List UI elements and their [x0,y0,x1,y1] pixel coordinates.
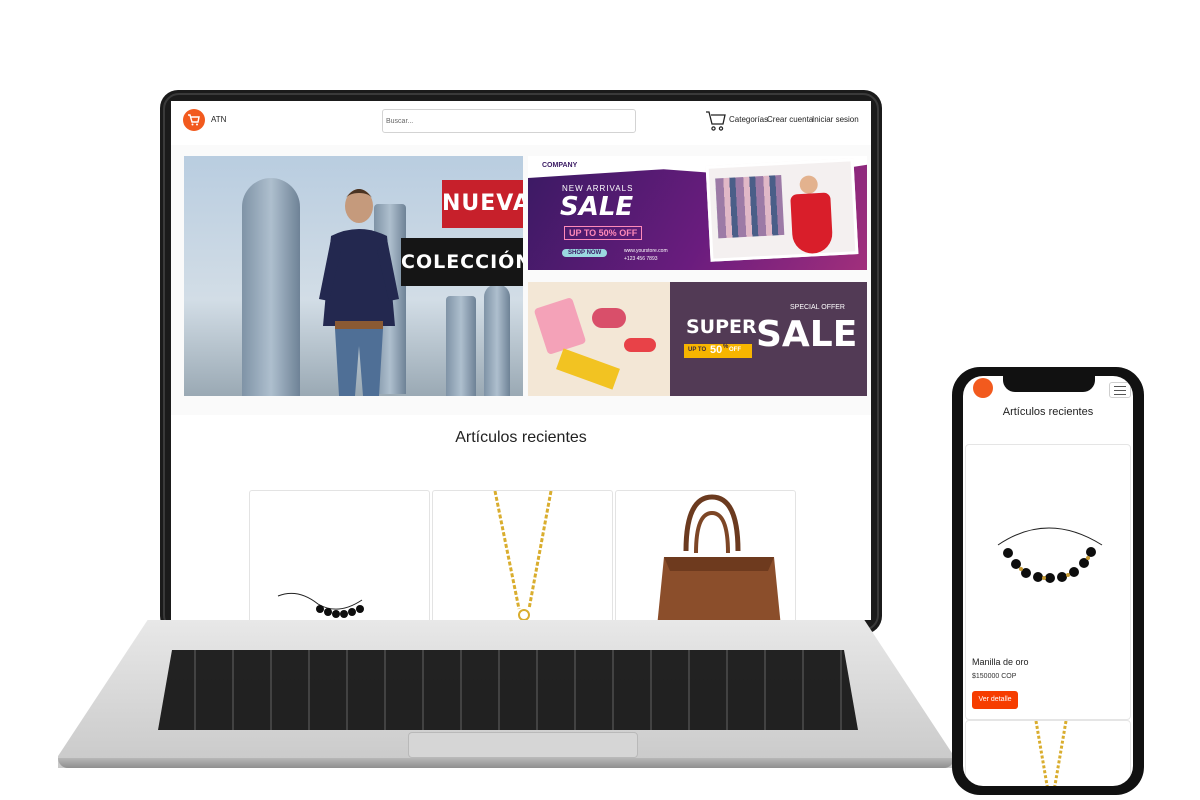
phone-text: +123 456 7893 [624,256,658,262]
building-illustration [484,284,510,396]
sale-panel: SPECIAL OFFER SUPER SALE UP TO 50 % OFF [670,282,867,396]
product-name: Manilla de oro [972,657,1029,667]
laptop-keyboard [158,650,858,730]
big-sale-label: SALE [756,314,858,355]
bracelet-image [277,592,364,618]
hero-section: NUEVA COLECCIÓN COMPANY NEW ARRIVALS SAL… [171,145,871,415]
product-price: $150000 COP [972,673,1017,680]
banner-new-arrivals-sale[interactable]: COMPANY NEW ARRIVALS SALE UP TO 50% OFF … [528,156,867,270]
special-offer-label: SPECIAL OFFER [790,304,845,311]
shop-now-badge: SHOP NOW [562,249,608,257]
laptop-base [58,620,954,772]
website-text: www.yourstore.com [624,248,668,254]
model-photo-man [319,189,399,396]
banner-super-sale[interactable]: SPECIAL OFFER SUPER SALE UP TO 50 % OFF [528,282,867,396]
phone-screen: Artículos recientes Manilla de oro $1500… [963,376,1133,786]
nav-link-categorias[interactable]: Categorías [729,115,768,124]
mobile-recent-title: Artículos recientes [1002,406,1094,418]
product-shoe [592,308,626,328]
gold-necklace-image [1034,721,1068,786]
building-illustration [242,178,300,396]
product-scarf [556,348,620,390]
nav-link-iniciar-sesion[interactable]: Iniciar sesion [812,115,859,124]
laptop-trackpad [408,732,638,758]
device-mockup-stage: ATN Categorías Crear cuenta Iniciar sesi… [0,0,1200,800]
laptop-screen: ATN Categorías Crear cuenta Iniciar sesi… [171,101,871,620]
phone-notch [1003,376,1095,392]
product-bag [533,296,587,356]
fifty-label: 50 [710,344,723,356]
discount-ribbon: UP TO 50 % OFF [684,344,752,358]
red-dress [790,192,834,255]
building-illustration [446,296,476,396]
nav-link-crear-cuenta[interactable]: Crear cuenta [767,115,813,124]
product-sneaker [624,338,656,352]
laptop-lip [58,758,954,768]
banner-nueva-coleccion[interactable]: NUEVA COLECCIÓN [184,156,523,396]
company-label: COMPANY [542,162,578,169]
percent-label: % [723,344,729,350]
product-card[interactable] [432,490,613,620]
shopping-cart-icon[interactable] [705,109,727,133]
tag-coleccion: COLECCIÓN [401,238,523,286]
mobile-product-card[interactable] [965,720,1131,786]
model-photo-woman [705,158,859,262]
hamburger-menu-icon[interactable] [1109,382,1131,398]
clothes-rack [715,174,785,239]
tag-nueva: NUEVA [442,180,523,228]
woman-head [799,175,819,195]
brand-name[interactable]: ATN [211,115,226,124]
navbar: ATN Categorías Crear cuenta Iniciar sesi… [171,101,871,145]
gold-necklace-image [493,491,553,620]
off-label: OFF [729,347,741,353]
discount-label: UP TO 50% OFF [564,226,643,240]
bracelet-image [997,527,1103,583]
sale-label: SALE [560,192,634,222]
product-card[interactable] [615,490,796,620]
leather-handbag-image [657,494,781,620]
cart-logo-icon[interactable] [973,378,993,398]
super-label: SUPER [686,316,757,338]
cart-logo-icon[interactable] [183,109,205,131]
search-input[interactable] [382,109,636,133]
view-detail-button[interactable]: Ver detalle [972,691,1018,709]
product-card[interactable] [249,490,430,620]
recent-items-title: Artículos recientes [455,429,587,446]
up-to-label: UP TO [688,347,707,353]
